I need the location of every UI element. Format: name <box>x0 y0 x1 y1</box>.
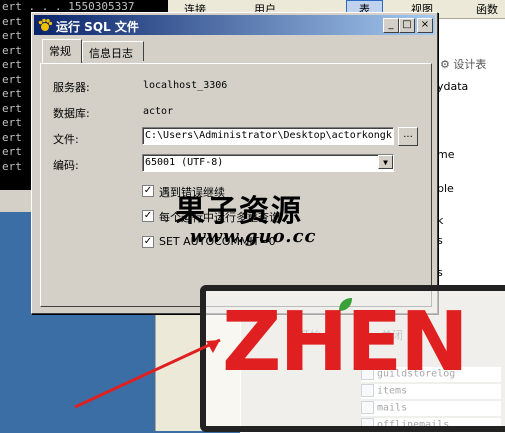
database-value: actor <box>143 106 174 117</box>
paw-icon <box>38 18 53 31</box>
encoding-label: 编码: <box>53 159 79 172</box>
tab-message-log[interactable]: 信息日志 <box>82 41 144 61</box>
table-name-fragment: ble <box>437 182 454 195</box>
watermark-url: www.guo.cc <box>190 226 317 247</box>
encoding-select[interactable]: 65001 (UTF-8) ▼ <box>142 154 394 172</box>
encoding-value: 65001 (UTF-8) <box>145 157 224 168</box>
tab-label: 常规 <box>49 45 71 58</box>
stamp-logo: ZHEN <box>222 295 469 390</box>
close-button[interactable]: × <box>417 18 433 33</box>
minimize-button[interactable]: _ <box>383 18 399 33</box>
file-label: 文件: <box>53 133 79 146</box>
general-panel: 服务器: localhost_3306 数据库: actor 文件: C:\Us… <box>40 63 432 307</box>
table-name-fragment: me <box>437 148 455 161</box>
autocommit-checkbox[interactable]: ✓ <box>142 236 154 248</box>
database-label: 数据库: <box>53 107 90 120</box>
watermark-title: 果子资源 <box>175 194 303 229</box>
server-label: 服务器: <box>53 81 90 94</box>
file-path-input[interactable]: C:\Users\Administrator\Desktop\actorkong… <box>142 127 394 145</box>
table-name-fragment: ydata <box>437 80 469 93</box>
design-table-button[interactable]: ⚙ 设计表 <box>440 56 486 72</box>
continue-on-error-checkbox[interactable]: ✓ <box>142 185 154 197</box>
tab-label: 信息日志 <box>89 47 133 60</box>
design-table-icon: ⚙ <box>440 58 450 71</box>
run-sql-file-dialog: 运行 SQL 文件 _ □ × 常规 信息日志 服务器: localhost_3… <box>31 12 438 314</box>
maximize-button[interactable]: □ <box>399 18 415 33</box>
multiple-queries-checkbox[interactable]: ✓ <box>142 210 154 222</box>
server-value: localhost_3306 <box>143 80 228 91</box>
tab-general[interactable]: 常规 <box>42 39 82 63</box>
design-table-label: 设计表 <box>453 58 487 71</box>
chevron-down-icon[interactable]: ▼ <box>378 155 393 169</box>
toolbar-function[interactable]: 函数 <box>476 1 498 17</box>
title-bar[interactable]: 运行 SQL 文件 _ □ × <box>34 15 435 35</box>
red-arrow-icon <box>74 338 221 409</box>
dialog-title: 运行 SQL 文件 <box>56 20 139 34</box>
browse-button[interactable]: ... <box>398 127 418 146</box>
